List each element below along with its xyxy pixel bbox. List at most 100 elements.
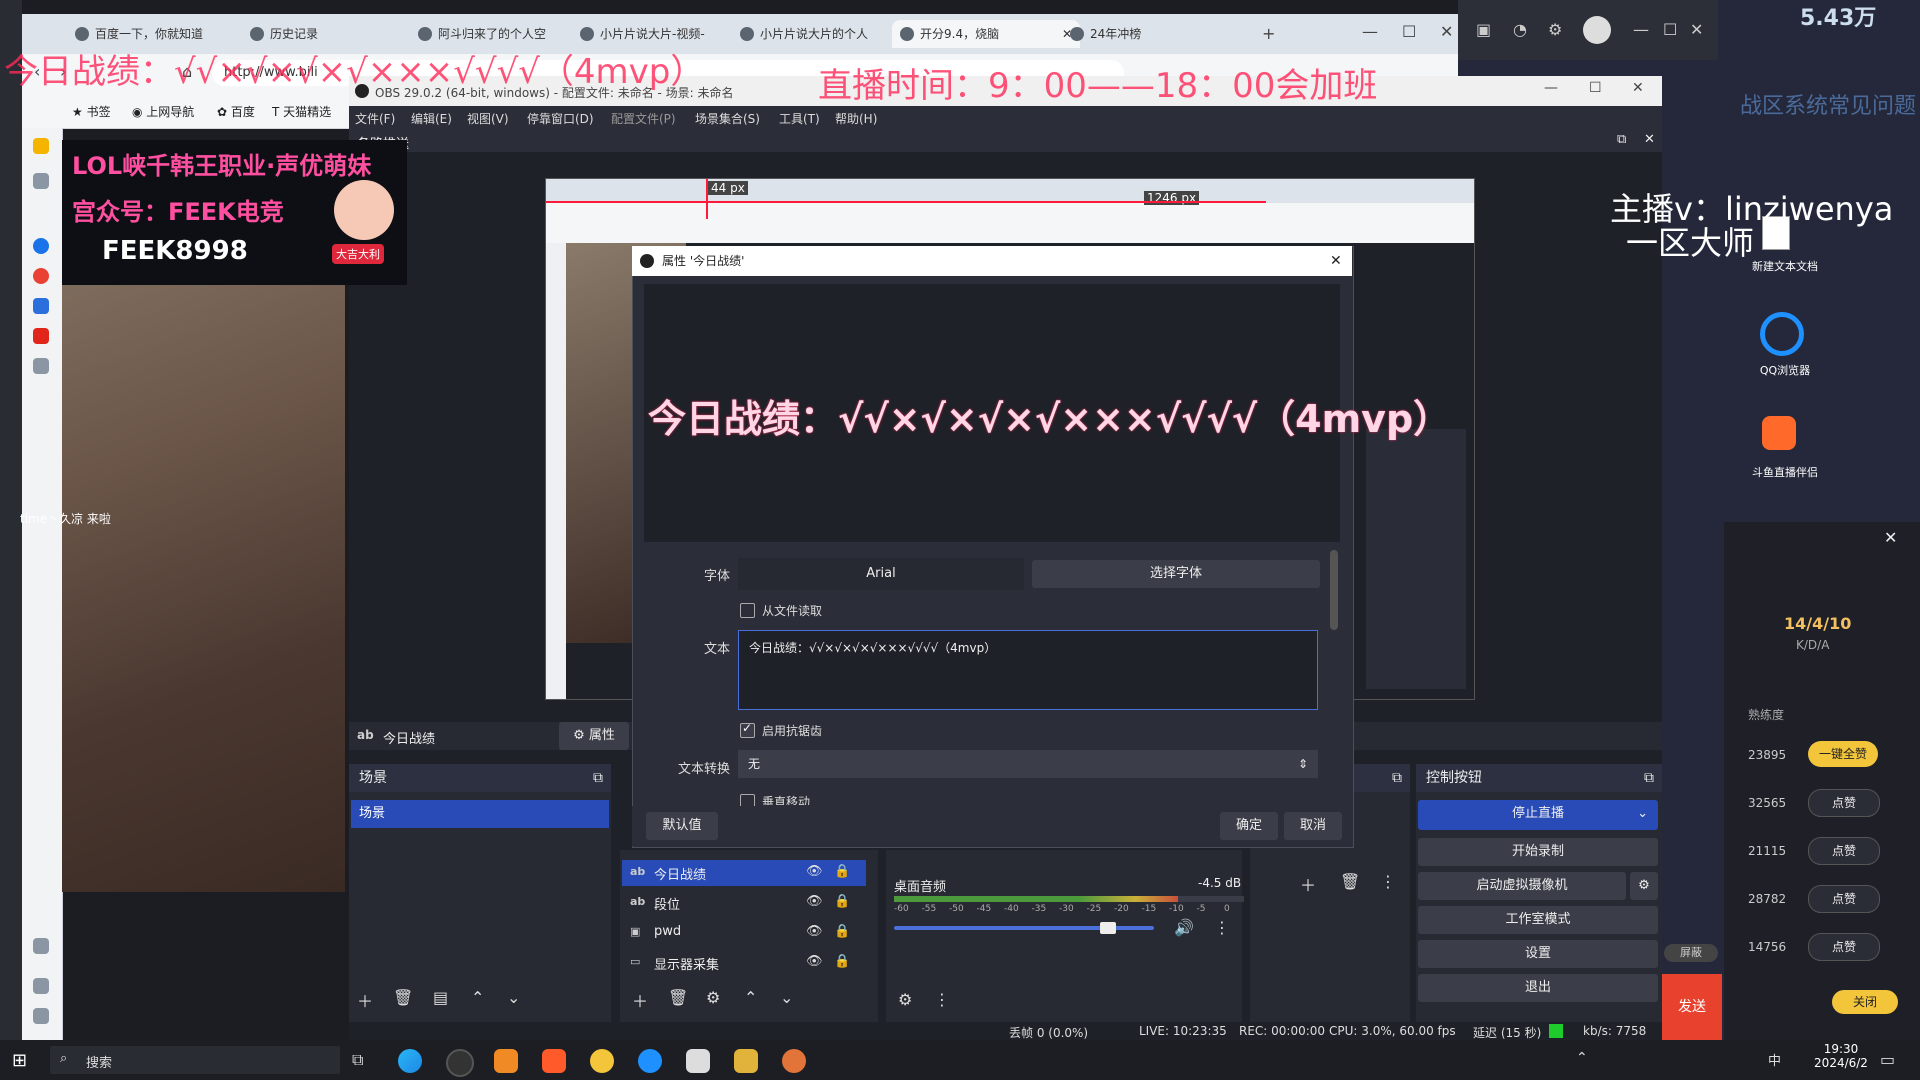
cancel-button[interactable]: 取消 (1284, 812, 1342, 840)
star-icon[interactable] (33, 138, 49, 154)
menu-docks[interactable]: 停靠窗口(D) (527, 110, 594, 127)
source-item[interactable]: ▭ 显示器采集 👁 🔒 (630, 954, 860, 974)
source-item[interactable]: ab 段位 👁 🔒 (630, 894, 860, 914)
close-icon[interactable]: ✕ (1884, 528, 1897, 547)
start-recording-button[interactable]: 开始录制 (1418, 838, 1658, 866)
trash-icon[interactable]: 🗑 (393, 988, 413, 1007)
stop-streaming-button[interactable]: 停止直播 ⌄ (1418, 800, 1658, 830)
ok-button[interactable]: 确定 (1220, 812, 1278, 840)
close-icon[interactable]: ✕ (1632, 80, 1644, 96)
minimize-icon[interactable]: — (1633, 20, 1649, 39)
more-icon[interactable]: ⋮ (934, 990, 950, 1009)
windows-start-icon[interactable]: ⊞ (12, 1050, 27, 1071)
like-all-button[interactable]: 一键全赞 (1808, 741, 1878, 767)
menu-profile[interactable]: 配置文件(P) (611, 110, 676, 127)
calendar-icon[interactable]: ▣ (1476, 20, 1491, 39)
eye-icon[interactable]: 👁 (806, 924, 823, 939)
source-item[interactable]: ab 今日战绩 👁 🔒 (630, 864, 860, 884)
trash-icon[interactable] (33, 978, 49, 994)
close-icon[interactable]: ✕ (1330, 246, 1342, 276)
edge-icon[interactable] (398, 1049, 422, 1073)
lock-icon[interactable]: 🔒 (834, 864, 850, 879)
scene-item[interactable]: 场景 (351, 800, 609, 828)
folder-icon[interactable] (33, 173, 49, 189)
like-button[interactable]: 点赞 (1808, 885, 1880, 913)
ime-indicator[interactable]: 中 (1768, 1050, 1781, 1069)
exit-button[interactable]: 退出 (1418, 974, 1658, 1002)
like-button[interactable]: 点赞 (1808, 837, 1880, 865)
gear-icon[interactable]: ⚙ (1548, 20, 1562, 39)
paw-icon[interactable] (33, 298, 49, 314)
douyu-icon[interactable] (542, 1049, 566, 1073)
defaults-button[interactable]: 默认值 (646, 812, 718, 840)
qq-browser-icon[interactable] (638, 1049, 662, 1073)
filter-icon[interactable]: ▤ (433, 988, 448, 1007)
new-tab-icon[interactable]: + (1262, 24, 1275, 43)
menu-tools[interactable]: 工具(T) (779, 110, 820, 127)
app-icon[interactable] (494, 1049, 518, 1073)
like-button[interactable]: 点赞 (1808, 933, 1880, 961)
transform-select[interactable]: 无 ⇕ (738, 750, 1318, 778)
properties-button[interactable]: ⚙ 属性 (559, 722, 629, 750)
start-virtual-camera-button[interactable]: 启动虚拟摄像机 (1418, 872, 1626, 900)
settings-icon[interactable] (33, 938, 49, 954)
menu-view[interactable]: 视图(V) (467, 110, 509, 127)
bookmark-item[interactable]: T 天猫精选 (272, 103, 331, 120)
lock-icon[interactable]: 🔒 (834, 924, 850, 939)
more-icon[interactable]: ⋮ (1380, 872, 1396, 891)
mixer-settings-icon[interactable]: ⚙ (898, 990, 912, 1009)
text-input[interactable]: 今日战绩：√√×√×√×√×××√√√√（4mvp） (738, 630, 1318, 710)
add-icon[interactable]: ＋ (357, 988, 373, 1012)
qq-browser-icon[interactable] (1760, 312, 1804, 356)
browser-tab[interactable]: 24年冲榜 (1062, 20, 1220, 48)
avatar[interactable] (1583, 16, 1611, 44)
lock-icon[interactable]: 🔒 (834, 954, 850, 969)
task-view-icon[interactable]: ⧉ (352, 1050, 363, 1070)
app-icon[interactable] (686, 1049, 710, 1073)
app-icon[interactable] (33, 268, 49, 284)
eye-icon[interactable]: 👁 (806, 954, 823, 969)
trash-icon[interactable]: 🗑 (668, 988, 688, 1007)
gear-icon[interactable]: ⚙ (1630, 872, 1658, 900)
minimize-icon[interactable]: — (1544, 80, 1558, 96)
douyu-icon[interactable] (1762, 416, 1796, 450)
chevron-down-icon[interactable]: ⌄ (1637, 800, 1648, 828)
from-file-checkbox[interactable] (740, 603, 755, 618)
undock-icon[interactable]: ⧉ (1644, 764, 1654, 792)
maximize-icon[interactable]: ☐ (1589, 80, 1602, 96)
mute-button[interactable]: 屏蔽 (1664, 944, 1718, 962)
bookmark-item[interactable]: ◉ 上网导航 (132, 103, 194, 120)
clock[interactable]: 19:30 2024/6/2 (1806, 1042, 1876, 1070)
undock-icon[interactable]: ⧉ (1392, 764, 1402, 792)
maximize-icon[interactable]: ☐ (1663, 20, 1677, 39)
bookmark-item[interactable]: ★ 书签 (72, 103, 111, 120)
close-icon[interactable]: ✕ (1644, 132, 1655, 147)
like-button[interactable]: 点赞 (1808, 789, 1880, 817)
more-icon[interactable]: ⋮ (1214, 918, 1230, 937)
obs-icon[interactable] (446, 1049, 474, 1077)
volume-slider-handle[interactable] (1100, 922, 1116, 934)
search-icon[interactable] (33, 238, 49, 254)
down-icon[interactable]: ⌄ (507, 988, 520, 1007)
browser-tab[interactable]: 小片片说大片的个人 (732, 20, 910, 48)
source-item[interactable]: ▣ pwd 👁 🔒 (630, 924, 860, 944)
taskbar-search[interactable]: ⌕ 搜索 (50, 1046, 340, 1074)
close-button[interactable]: 关闭 (1832, 990, 1898, 1014)
choose-font-button[interactable]: 选择字体 (1032, 560, 1320, 588)
close-icon[interactable]: ✕ (1690, 20, 1703, 39)
notification-icon[interactable]: ▭ (1880, 1050, 1895, 1069)
browser-tab-active[interactable]: 开分9.4，烧脑 ✕ (892, 20, 1080, 48)
down-icon[interactable]: ⌄ (780, 988, 793, 1007)
add-icon[interactable] (33, 358, 49, 374)
eye-icon[interactable]: 👁 (806, 894, 823, 909)
app-icon[interactable] (734, 1049, 758, 1073)
chat-icon[interactable]: ◔ (1513, 20, 1527, 39)
volume-slider[interactable] (894, 922, 1154, 934)
trash-icon[interactable]: 🗑 (1340, 872, 1360, 891)
maximize-icon[interactable]: ☐ (1402, 22, 1416, 41)
menu-help[interactable]: 帮助(H) (835, 110, 877, 127)
minimize-icon[interactable]: — (1362, 22, 1378, 41)
antialias-checkbox[interactable]: ✓ (740, 721, 755, 738)
settings-button[interactable]: 设置 (1418, 940, 1658, 968)
app-icon[interactable] (590, 1049, 614, 1073)
